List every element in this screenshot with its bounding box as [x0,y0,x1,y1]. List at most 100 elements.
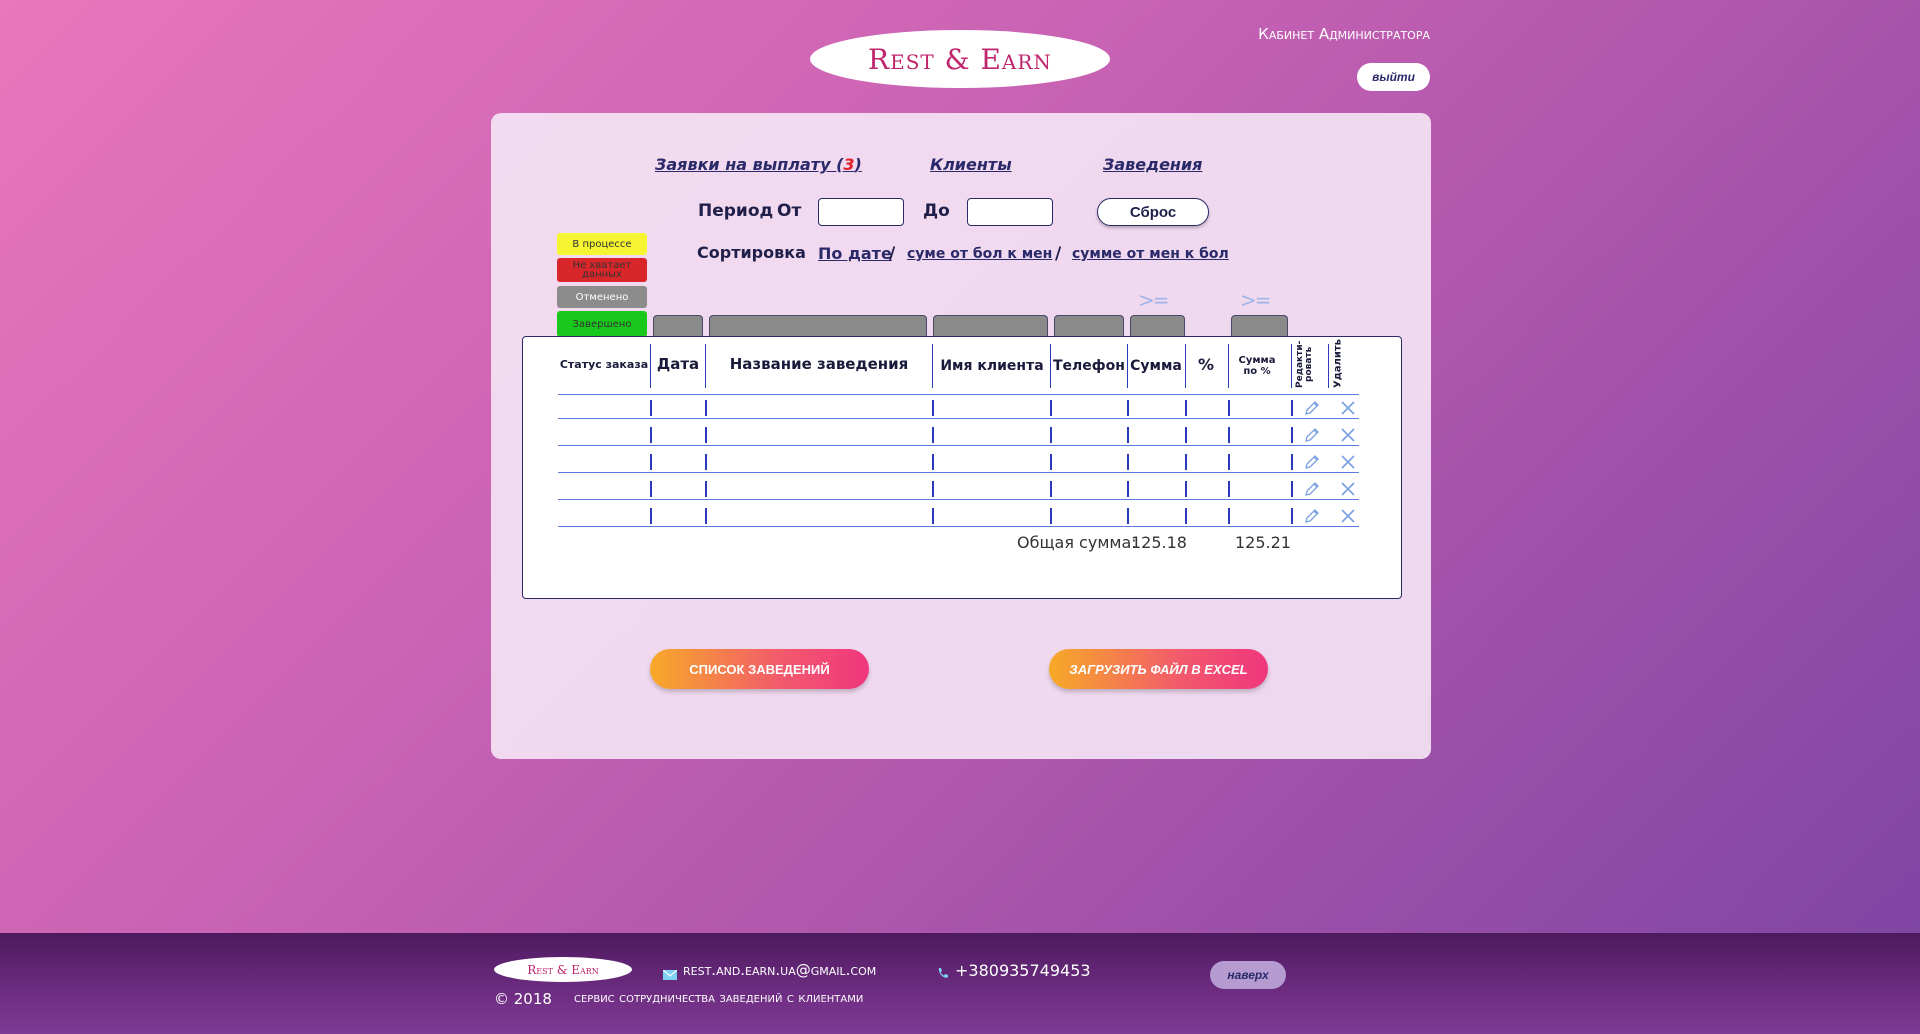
col-header-venue-name: Название заведения [729,355,909,373]
cell-separator [1228,508,1230,524]
cell-separator [650,427,652,443]
total-sum-value: 125.18 [1131,533,1187,552]
close-icon[interactable] [1340,400,1356,416]
from-label: От [777,201,802,221]
cell-separator [1291,400,1293,416]
footer-logo[interactable]: Rest & Earn [494,957,632,982]
period-label: Период [698,201,774,221]
scroll-top-button[interactable]: наверх [1210,961,1286,989]
cell-separator [1185,454,1187,470]
cell-separator [1127,427,1129,443]
cell-separator [1127,508,1129,524]
col-separator [1228,344,1229,388]
cell-separator [705,481,707,497]
pencil-icon[interactable] [1304,400,1320,416]
total-sum-label: Общая сумма: [1017,533,1137,552]
col-header-percent: % [1197,354,1215,374]
cell-separator [1050,454,1052,470]
sort-by-date-link[interactable]: По дате [818,244,892,263]
upload-excel-button[interactable]: ЗАГРУЗИТЬ ФАЙЛ В EXCEL [1049,649,1268,689]
col-separator [1185,344,1186,388]
col-separator [1050,344,1051,388]
table-row[interactable] [558,424,1359,446]
filter-sum-tab[interactable] [1130,315,1185,337]
cell-separator [1185,508,1187,524]
sort-separator: / [1055,244,1062,264]
cell-separator [932,508,934,524]
pencil-icon[interactable] [1304,481,1320,497]
filter-date-tab[interactable] [653,315,703,337]
venues-list-button[interactable]: СПИСОК ЗАВЕДЕНИЙ [650,649,869,689]
legend-missing-data[interactable]: Не хватает данных [557,258,647,282]
close-icon[interactable] [1340,454,1356,470]
cell-separator [705,454,707,470]
legend-completed[interactable]: Завершено [557,311,647,337]
close-icon[interactable] [1340,427,1356,443]
cell-separator [932,400,934,416]
col-separator [1127,344,1128,388]
legend-in-progress[interactable]: В процессе [557,233,647,255]
row-divider [558,472,1359,473]
date-to-input[interactable] [967,198,1053,226]
table-row[interactable] [558,451,1359,473]
row-divider [558,526,1359,527]
filter-sum-percent-tab[interactable] [1231,315,1288,337]
nav-payout-requests[interactable]: Заявки на выплату (3) [655,155,862,174]
nav-clients[interactable]: Клиенты [930,155,1012,174]
pencil-icon[interactable] [1304,454,1320,470]
sort-asc-link[interactable]: сумме от мен к бол [1072,246,1229,262]
table-row[interactable] [558,478,1359,500]
close-icon[interactable] [1340,481,1356,497]
col-header-edit: Редакти-ровать [1295,340,1314,388]
cell-separator [1228,481,1230,497]
cell-separator [1228,454,1230,470]
col-header-sum-percent: Сумма по % [1238,355,1276,377]
footer-email[interactable]: rest.and.earn.ua@gmail.com [683,961,876,979]
pencil-icon[interactable] [1304,427,1320,443]
footer-phone[interactable]: +380935749453 [955,961,1091,980]
cell-separator [1291,427,1293,443]
close-icon[interactable] [1340,508,1356,524]
cell-separator [1291,508,1293,524]
legend-cancelled[interactable]: Отменено [557,286,647,308]
header-logo[interactable]: Rest & Earn [810,30,1110,88]
nav-payout-requests-close: ) [854,155,862,174]
col-header-date: Дата [656,355,700,373]
cell-separator [1050,508,1052,524]
logout-button[interactable]: выйти [1357,63,1430,91]
nav-venues[interactable]: Заведения [1103,155,1202,174]
cell-separator [1127,481,1129,497]
footer-tagline: сервис сотрудничества заведений с клиент… [574,990,864,1006]
cell-separator [932,427,934,443]
filter-phone-tab[interactable] [1054,315,1124,337]
cell-separator [1185,427,1187,443]
table-row[interactable] [558,505,1359,527]
cell-separator [650,400,652,416]
cell-separator [932,481,934,497]
sum-gte-symbol: >= [1138,288,1169,312]
row-divider [558,418,1359,419]
col-separator [932,344,933,388]
filter-client-name-tab[interactable] [933,315,1048,337]
reset-button[interactable]: Сброс [1097,198,1209,226]
filter-venue-name-tab[interactable] [709,315,927,337]
cell-separator [1291,454,1293,470]
cell-separator [1050,481,1052,497]
cell-separator [1185,481,1187,497]
footer-copyright: © 2018 [494,990,552,1008]
cell-separator [1291,481,1293,497]
cell-separator [1127,454,1129,470]
total-sum-percent-value: 125.21 [1235,533,1291,552]
col-header-phone: Телефон [1053,358,1125,374]
email-icon [662,965,678,980]
cell-separator [650,481,652,497]
date-from-input[interactable] [818,198,904,226]
sort-desc-link[interactable]: суме от бол к мен [907,246,1052,262]
col-separator [1291,344,1292,388]
cell-separator [705,400,707,416]
row-divider [558,499,1359,500]
cell-separator [705,427,707,443]
table-row[interactable] [558,397,1359,419]
cell-separator [932,454,934,470]
pencil-icon[interactable] [1304,508,1320,524]
